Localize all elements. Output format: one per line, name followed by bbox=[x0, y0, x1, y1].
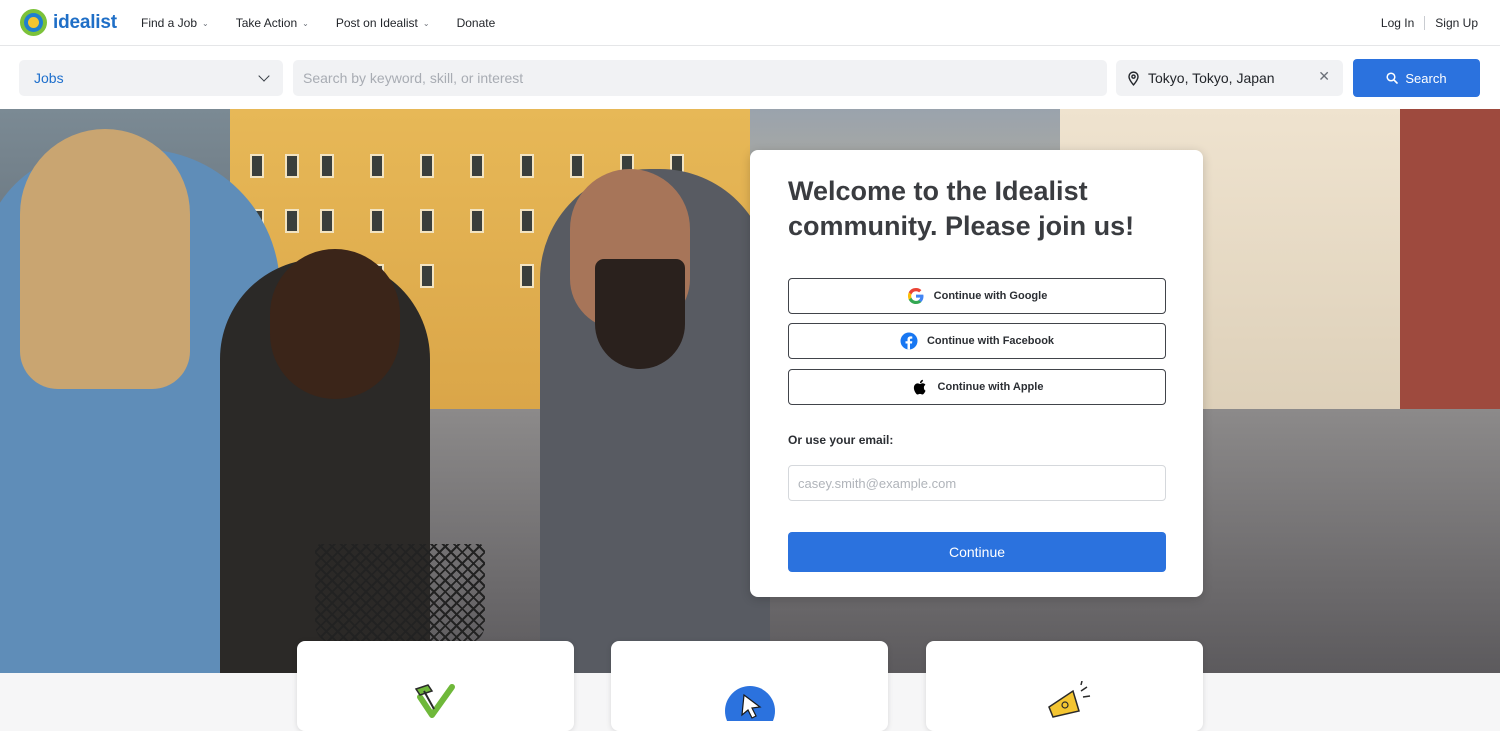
login-link[interactable]: Log In bbox=[1381, 16, 1414, 30]
apple-button-label: Continue with Apple bbox=[937, 381, 1044, 393]
keyword-search-input[interactable] bbox=[293, 60, 1107, 96]
idealist-logo[interactable]: idealist bbox=[20, 9, 117, 36]
logo-text: idealist bbox=[53, 11, 117, 33]
nav-find-a-job[interactable]: Find a Job ⌄ bbox=[141, 16, 209, 30]
google-icon bbox=[907, 288, 924, 304]
megaphone-icon bbox=[1047, 681, 1090, 718]
chevron-down-icon bbox=[258, 70, 270, 82]
search-icon bbox=[1386, 72, 1399, 84]
nav-post-on-idealist[interactable]: Post on Idealist ⌄ bbox=[336, 16, 430, 30]
search-bar: Jobs Tokyo, Tokyo, Japan ✕ Search bbox=[0, 46, 1500, 109]
location-value: Tokyo, Tokyo, Japan bbox=[1148, 70, 1275, 86]
chevron-down-icon: ⌄ bbox=[422, 18, 430, 28]
cursor-badge-icon bbox=[724, 686, 775, 721]
top-nav: idealist Find a Job ⌄ Take Action ⌄ Post… bbox=[0, 0, 1500, 46]
chevron-down-icon: ⌄ bbox=[202, 18, 209, 28]
auth-links: Log In Sign Up bbox=[1381, 0, 1478, 46]
hammer-check-icon bbox=[414, 684, 455, 718]
continue-with-google-button[interactable]: Continue with Google bbox=[788, 278, 1166, 314]
nav-donate[interactable]: Donate bbox=[457, 16, 496, 30]
main-nav: Find a Job ⌄ Take Action ⌄ Post on Ideal… bbox=[141, 0, 495, 46]
feature-card-1[interactable] bbox=[297, 641, 574, 731]
listing-type-select[interactable]: Jobs bbox=[19, 60, 283, 96]
signup-link[interactable]: Sign Up bbox=[1435, 16, 1478, 30]
clear-location-icon[interactable]: ✕ bbox=[1318, 68, 1330, 85]
facebook-icon bbox=[900, 332, 918, 350]
auth-divider bbox=[1424, 16, 1426, 30]
feature-card-2[interactable] bbox=[611, 641, 888, 731]
chevron-down-icon: ⌄ bbox=[302, 18, 309, 28]
location-field[interactable]: Tokyo, Tokyo, Japan ✕ bbox=[1116, 60, 1343, 96]
apple-icon bbox=[913, 379, 926, 395]
signup-card: Welcome to the Idealist community. Pleas… bbox=[750, 150, 1203, 597]
facebook-button-label: Continue with Facebook bbox=[926, 335, 1055, 347]
search-button[interactable]: Search bbox=[1353, 59, 1480, 97]
location-pin-icon bbox=[1128, 70, 1139, 86]
nav-take-action-label: Take Action bbox=[235, 16, 298, 30]
search-button-label: Search bbox=[1405, 70, 1447, 86]
listing-type-value: Jobs bbox=[34, 70, 64, 86]
continue-with-apple-button[interactable]: Continue with Apple bbox=[788, 369, 1166, 405]
nav-donate-label: Donate bbox=[456, 16, 496, 30]
google-button-label: Continue with Google bbox=[933, 290, 1048, 302]
nav-post-on-idealist-label: Post on Idealist bbox=[335, 16, 418, 30]
signup-heading: Welcome to the Idealist community. Pleas… bbox=[788, 176, 1135, 241]
feature-card-3[interactable] bbox=[926, 641, 1203, 731]
continue-button[interactable]: Continue bbox=[788, 532, 1166, 572]
continue-with-facebook-button[interactable]: Continue with Facebook bbox=[788, 323, 1166, 359]
logo-mark-icon bbox=[20, 9, 47, 36]
nav-take-action[interactable]: Take Action ⌄ bbox=[236, 16, 309, 30]
email-field[interactable] bbox=[788, 465, 1166, 501]
nav-find-a-job-label: Find a Job bbox=[141, 16, 198, 30]
or-email-label: Or use your email: bbox=[788, 433, 894, 447]
